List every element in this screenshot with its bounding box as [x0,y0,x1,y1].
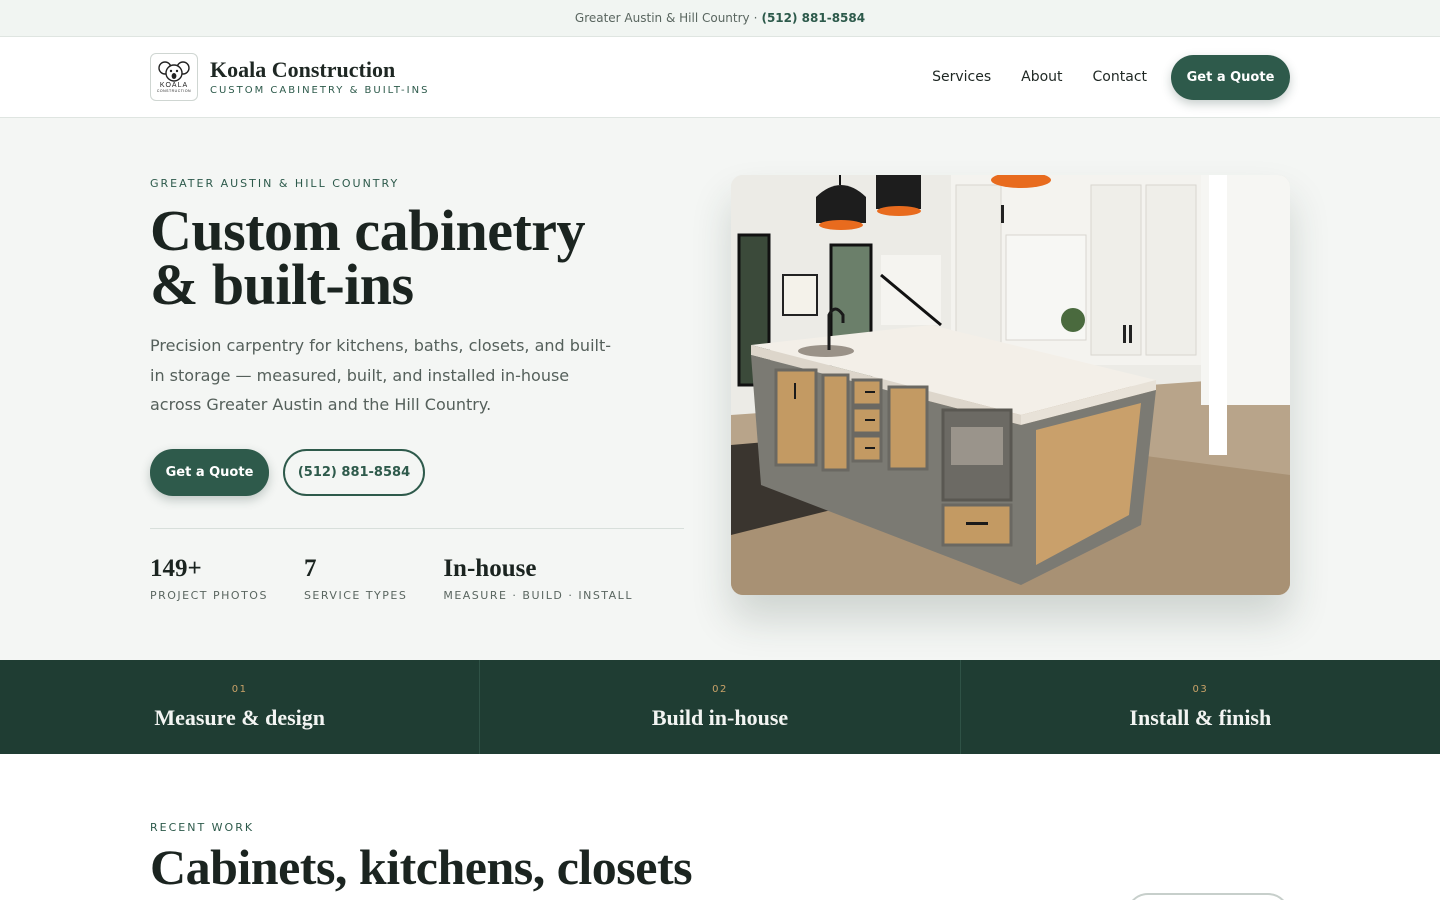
recent-title: Cabinets, kitchens, closets [150,839,693,895]
hero-kitchen-photo [731,175,1290,595]
stat-project-photos: 149+ PROJECT PHOTOS [150,555,268,602]
hero-phone-button[interactable]: (512) 881-8584 [283,448,425,496]
nav-about[interactable]: About [1021,69,1062,85]
nav-contact[interactable]: Contact [1093,69,1147,85]
step-title: Build in-house [651,704,789,730]
recent-work-section: RECENT WORK Cabinets, kitchens, closets [0,754,1440,900]
header-get-quote-button[interactable]: Get a Quote [1171,54,1290,100]
stat-label: SERVICE TYPES [303,588,408,602]
hero-get-quote-button[interactable]: Get a Quote [150,448,269,496]
step-number: 03 [1192,683,1209,695]
topbar-phone-link[interactable]: (512) 881-8584 [761,11,865,25]
hero-description: Precision carpentry for kitchens, baths,… [150,336,611,414]
step-number: 02 [712,683,728,695]
hero-content: GREATER AUSTIN & HILL COUNTRY Custom cab… [150,177,684,602]
stat-value: 7 [303,554,317,582]
site-header: KOALA CONSTRUCTION Koala Construction CU… [0,37,1440,118]
service-region: Greater Austin & Hill Country [574,11,750,25]
hero-eyebrow: GREATER AUSTIN & HILL COUNTRY [150,177,400,190]
logo-wordmark: KOALA [159,82,189,90]
recent-eyebrow: RECENT WORK [150,821,255,834]
hero-title: Custom cabinetry & built-ins [150,202,684,314]
logo-subtext: CONSTRUCTION [156,89,192,94]
stat-in-house: In-house MEASURE · BUILD · INSTALL [443,555,633,602]
main-nav: Services About Contact Get a Quote [932,54,1290,100]
stat-service-types: 7 SERVICE TYPES [304,555,407,602]
brand-name: Koala Construction [210,56,396,82]
brand-home-link[interactable]: KOALA CONSTRUCTION Koala Construction CU… [150,53,429,101]
step-install-finish: 03 Install & finish [961,660,1440,754]
hero-cta-group: Get a Quote (512) 881-8584 [150,448,684,496]
hero-title-line-2: & built-ins [150,252,414,317]
step-measure-design: 01 Measure & design [0,660,481,754]
process-steps-band: 01 Measure & design 02 Build in-house 03… [0,660,1440,754]
step-build-in-house: 02 Build in-house [480,660,961,754]
stat-label: PROJECT PHOTOS [150,588,268,602]
koala-icon [158,61,190,82]
brand-tagline: CUSTOM CABINETRY & BUILT-INS [210,85,430,97]
kitchen-island-illustration [731,175,1290,595]
step-title: Measure & design [154,704,326,730]
nav-services[interactable]: Services [932,69,991,85]
step-number: 01 [231,683,248,695]
hero-section: GREATER AUSTIN & HILL COUNTRY Custom cab… [0,118,1440,660]
step-title: Install & finish [1129,704,1272,730]
stat-value: In-house [443,554,537,582]
hero-stats: 149+ PROJECT PHOTOS 7 SERVICE TYPES In-h… [150,555,684,602]
stat-label: MEASURE · BUILD · INSTALL [443,588,633,602]
brand-text: Koala Construction CUSTOM CABINETRY & BU… [210,56,430,97]
top-info-bar: Greater Austin & Hill Country · (512) 88… [0,0,1440,37]
separator: · [753,11,758,25]
hero-divider [150,527,684,529]
view-gallery-button[interactable] [1126,893,1290,900]
stat-value: 149+ [150,554,202,582]
koala-logo: KOALA CONSTRUCTION [150,53,198,101]
